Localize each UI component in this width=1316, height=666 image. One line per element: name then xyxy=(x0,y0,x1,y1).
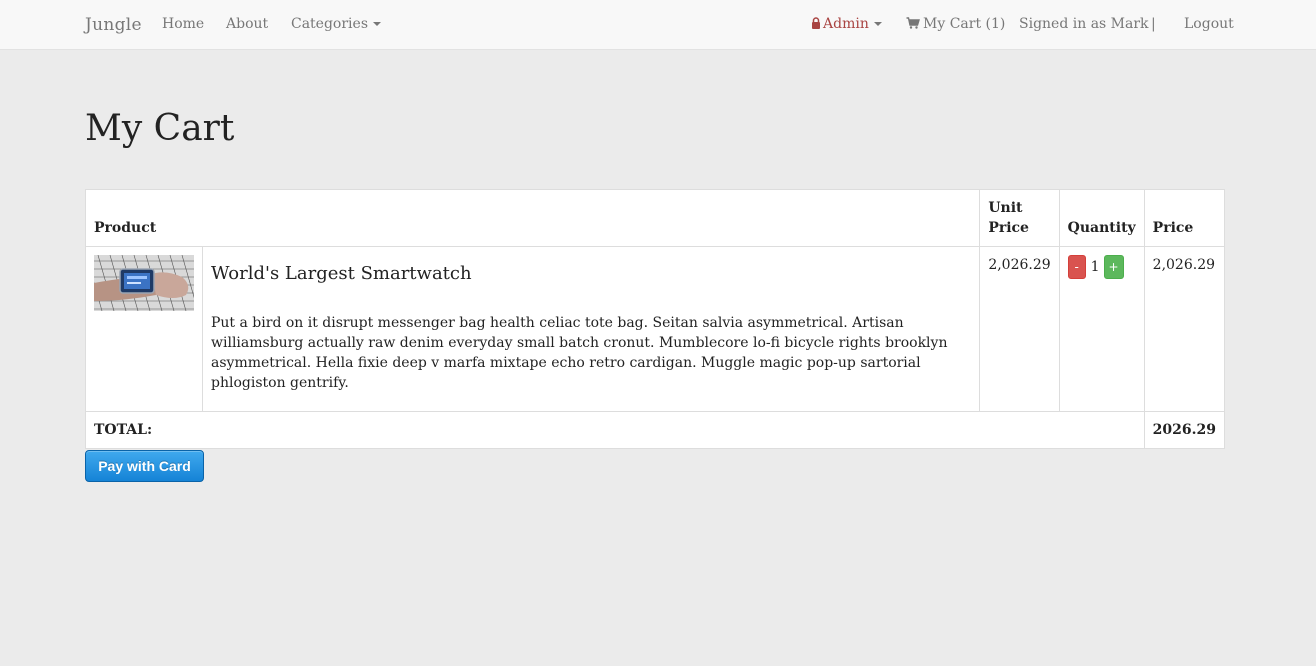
decrement-quantity-button[interactable]: - xyxy=(1067,255,1086,279)
top-navbar: Jungle Home About Categories Admin My Ca… xyxy=(0,0,1316,50)
pay-with-card-button[interactable]: Pay with Card xyxy=(85,450,204,482)
product-image-cell xyxy=(85,246,203,412)
increment-quantity-button[interactable]: + xyxy=(1103,255,1124,279)
brand-link[interactable]: Jungle xyxy=(85,15,142,35)
header-product: Product xyxy=(84,189,981,247)
quantity-cell: -1 + xyxy=(1058,246,1145,412)
header-quantity: Quantity xyxy=(1058,189,1145,247)
header-price: Price xyxy=(1143,189,1226,247)
signed-in-text: Signed in as Mark xyxy=(1019,16,1149,32)
nav-home-link[interactable]: Home xyxy=(162,16,204,32)
caret-down-icon xyxy=(373,22,381,26)
quantity-stepper: -1 + xyxy=(1067,255,1124,279)
quantity-value: 1 xyxy=(1090,259,1100,275)
header-unit-price: Unit Price xyxy=(979,189,1060,247)
product-details-cell: World's Largest Smartwatch Put a bird on… xyxy=(201,246,981,412)
total-value: 2026.29 xyxy=(1143,411,1226,449)
table-row: World's Largest Smartwatch Put a bird on… xyxy=(85,246,1226,412)
lock-icon xyxy=(811,17,821,33)
nav-categories-label: Categories xyxy=(291,16,368,32)
product-image[interactable] xyxy=(94,255,194,311)
nav-logout-link[interactable]: Logout xyxy=(1184,16,1234,32)
nav-about-link[interactable]: About xyxy=(226,16,268,32)
nav-cart-link[interactable]: My Cart (1) xyxy=(906,16,1005,33)
page-title: My Cart xyxy=(85,108,235,149)
product-name[interactable]: World's Largest Smartwatch xyxy=(211,264,971,284)
total-label: TOTAL: xyxy=(85,411,1145,449)
product-description: Put a bird on it disrupt messenger bag h… xyxy=(211,315,948,391)
cart-table: Product Unit Price Quantity Price World'… xyxy=(84,189,1226,449)
nav-admin-label: Admin xyxy=(823,16,869,32)
nav-separator: | xyxy=(1151,16,1156,32)
nav-cart-label: My Cart (1) xyxy=(923,16,1006,32)
nav-admin-dropdown[interactable]: Admin xyxy=(811,16,882,33)
shopping-cart-icon xyxy=(906,17,920,33)
nav-categories-dropdown[interactable]: Categories xyxy=(291,16,381,32)
unit-price-cell: 2,026.29 xyxy=(979,246,1060,412)
table-header-row: Product Unit Price Quantity Price xyxy=(84,189,1226,247)
total-row: TOTAL: 2026.29 xyxy=(85,411,1226,449)
price-cell: 2,026.29 xyxy=(1143,246,1226,412)
caret-down-icon xyxy=(873,22,882,26)
